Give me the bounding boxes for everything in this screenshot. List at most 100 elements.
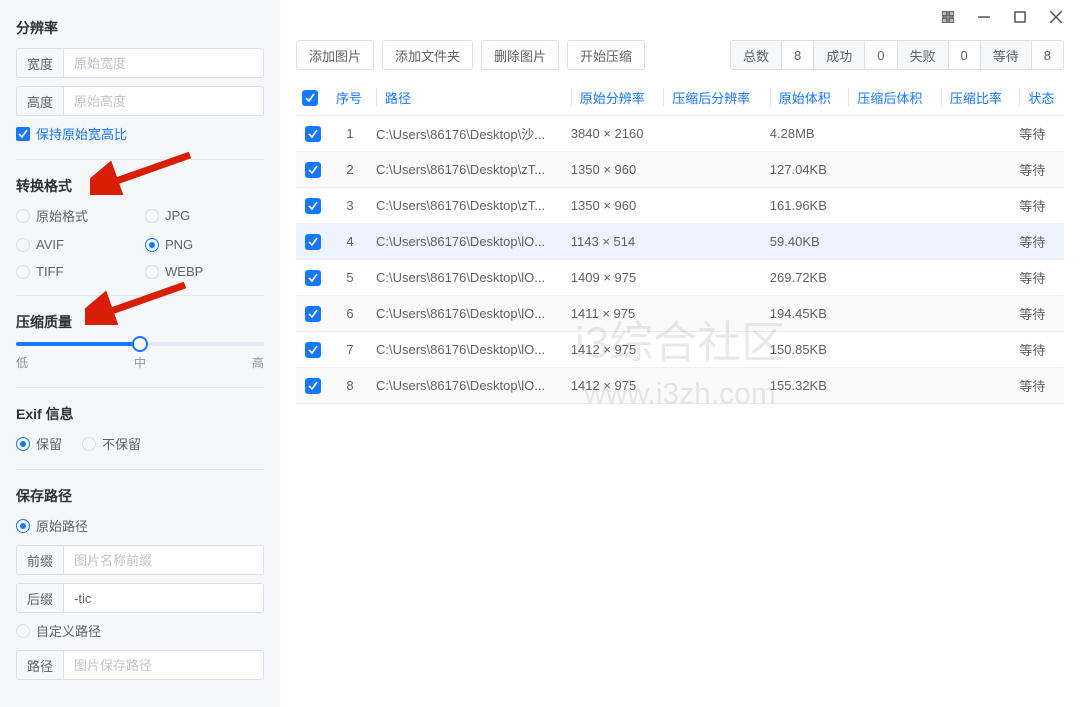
row-checkbox[interactable]	[296, 296, 330, 332]
grid-icon[interactable]	[940, 9, 956, 25]
column-path[interactable]: 路径	[370, 80, 565, 116]
cell-origsize: 150.85KB	[764, 332, 843, 368]
row-checkbox[interactable]	[296, 368, 330, 404]
format-radio-webp[interactable]: WEBP	[145, 264, 264, 279]
format-label: PNG	[165, 237, 193, 252]
check-icon	[305, 162, 321, 178]
width-input-row: 宽度	[16, 48, 264, 78]
keep-ratio-checkbox[interactable]: 保持原始宽高比	[16, 124, 264, 143]
column-status[interactable]: 状态	[1013, 80, 1064, 116]
cell-origres: 1412 × 975	[565, 368, 658, 404]
format-label: WEBP	[165, 264, 203, 279]
quality-title: 压缩质量	[16, 312, 264, 332]
table-row[interactable]: 7 C:\Users\86176\Desktop\lO... 1412 × 97…	[296, 332, 1064, 368]
maximize-icon[interactable]	[1012, 9, 1028, 25]
cell-status: 等待	[1013, 368, 1064, 404]
add-image-button[interactable]: 添加图片	[296, 40, 374, 70]
format-radio-avif[interactable]: AVIF	[16, 237, 135, 252]
radio-icon	[145, 238, 159, 252]
table-row[interactable]: 3 C:\Users\86176\Desktop\zT... 1350 × 96…	[296, 188, 1064, 224]
cell-index: 4	[330, 224, 370, 260]
column-compres[interactable]: 压缩后分辨率	[657, 80, 764, 116]
keep-ratio-label: 保持原始宽高比	[36, 124, 127, 143]
column-checkbox[interactable]	[296, 80, 330, 116]
format-radio-tiff[interactable]: TIFF	[16, 264, 135, 279]
column-compsize[interactable]: 压缩后体积	[842, 80, 935, 116]
cell-ratio	[935, 368, 1014, 404]
suffix-row: 后缀	[16, 583, 264, 613]
stat-total-label: 总数	[731, 41, 781, 69]
cell-index: 2	[330, 152, 370, 188]
table-row[interactable]: 6 C:\Users\86176\Desktop\lO... 1411 × 97…	[296, 296, 1064, 332]
cell-index: 5	[330, 260, 370, 296]
prefix-label: 前缀	[16, 545, 63, 575]
custom-path-radio[interactable]: 自定义路径	[16, 621, 264, 640]
cell-compsize	[842, 368, 935, 404]
table-row[interactable]: 2 C:\Users\86176\Desktop\zT... 1350 × 96…	[296, 152, 1064, 188]
row-checkbox[interactable]	[296, 188, 330, 224]
cell-compres	[657, 296, 764, 332]
table-row[interactable]: 8 C:\Users\86176\Desktop\lO... 1412 × 97…	[296, 368, 1064, 404]
exif-keep-label: 保留	[36, 434, 62, 453]
add-folder-button[interactable]: 添加文件夹	[382, 40, 473, 70]
row-checkbox[interactable]	[296, 260, 330, 296]
prefix-input[interactable]	[63, 545, 264, 575]
cell-compsize	[842, 152, 935, 188]
column-index[interactable]: 序号	[330, 80, 370, 116]
format-radio-png[interactable]: PNG	[145, 237, 264, 252]
height-input[interactable]	[63, 86, 264, 116]
minimize-icon[interactable]	[976, 9, 992, 25]
cell-origsize: 127.04KB	[764, 152, 843, 188]
prefix-row: 前缀	[16, 545, 264, 575]
main-panel: 添加图片 添加文件夹 删除图片 开始压缩 总数 8 成功 0 失败 0 等待 8…	[280, 0, 1080, 707]
format-label: TIFF	[36, 264, 63, 279]
cell-index: 3	[330, 188, 370, 224]
close-icon[interactable]	[1048, 9, 1064, 25]
width-input[interactable]	[63, 48, 264, 78]
slider-handle[interactable]	[132, 336, 148, 352]
divider	[16, 295, 264, 296]
row-checkbox[interactable]	[296, 116, 330, 152]
suffix-input[interactable]	[63, 583, 264, 613]
exif-keep-radio[interactable]: 保留	[16, 434, 62, 453]
delete-image-button[interactable]: 删除图片	[481, 40, 559, 70]
cell-ratio	[935, 188, 1014, 224]
row-checkbox[interactable]	[296, 152, 330, 188]
table-row[interactable]: 1 C:\Users\86176\Desktop\沙... 3840 × 216…	[296, 116, 1064, 152]
original-path-radio[interactable]: 原始路径	[16, 516, 264, 535]
stat-success-value: 0	[864, 41, 896, 69]
radio-icon	[16, 238, 30, 252]
table-row[interactable]: 5 C:\Users\86176\Desktop\lO... 1409 × 97…	[296, 260, 1064, 296]
start-compress-button[interactable]: 开始压缩	[567, 40, 645, 70]
row-checkbox[interactable]	[296, 224, 330, 260]
check-icon	[305, 198, 321, 214]
radio-icon	[145, 209, 159, 223]
cell-compsize	[842, 332, 935, 368]
cell-compres	[657, 152, 764, 188]
table-row[interactable]: 4 C:\Users\86176\Desktop\lO... 1143 × 51…	[296, 224, 1064, 260]
path-label: 路径	[16, 650, 63, 680]
table-body: 1 C:\Users\86176\Desktop\沙... 3840 × 216…	[296, 116, 1064, 404]
cell-compsize	[842, 224, 935, 260]
width-label: 宽度	[16, 48, 63, 78]
height-input-row: 高度	[16, 86, 264, 116]
cell-path: C:\Users\86176\Desktop\lO...	[370, 368, 565, 404]
format-radio-jpg[interactable]: JPG	[145, 206, 264, 225]
cell-status: 等待	[1013, 260, 1064, 296]
format-radio-原始格式[interactable]: 原始格式	[16, 206, 135, 225]
quality-slider[interactable]: 低 中 高	[16, 342, 264, 371]
exif-nokeep-radio[interactable]: 不保留	[82, 434, 141, 453]
exif-nokeep-label: 不保留	[102, 434, 141, 453]
cell-ratio	[935, 332, 1014, 368]
path-input[interactable]	[63, 650, 264, 680]
format-title: 转换格式	[16, 176, 264, 196]
row-checkbox[interactable]	[296, 332, 330, 368]
check-icon	[305, 306, 321, 322]
column-origres[interactable]: 原始分辨率	[565, 80, 658, 116]
column-ratio[interactable]: 压缩比率	[935, 80, 1014, 116]
cell-compres	[657, 332, 764, 368]
image-table: 序号 路径 原始分辨率 压缩后分辨率 原始体积 压缩后体积 压缩比率 状态 1 …	[296, 80, 1064, 404]
titlebar	[280, 0, 1080, 34]
radio-icon	[16, 209, 30, 223]
column-origsize[interactable]: 原始体积	[764, 80, 843, 116]
